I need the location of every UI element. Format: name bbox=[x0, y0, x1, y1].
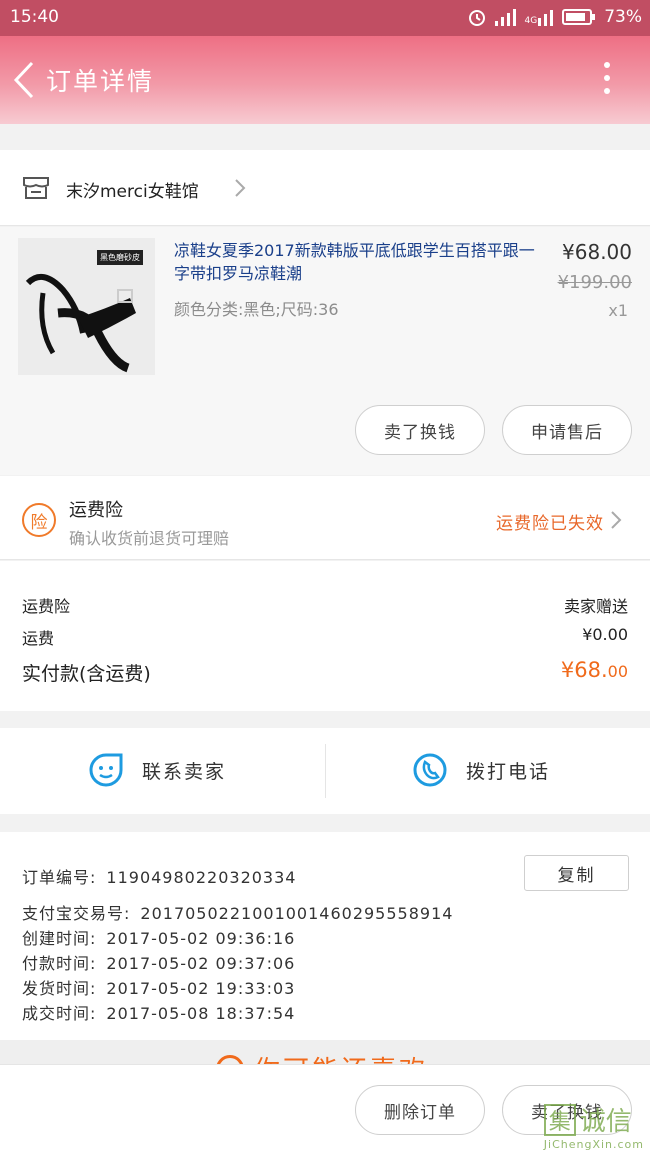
back-arrow-icon bbox=[13, 61, 34, 99]
product-image[interactable]: 黑色磨砂皮 bbox=[18, 238, 155, 375]
paid-time-line: 付款时间: 2017-05-02 09:37:06 bbox=[22, 950, 295, 974]
bottom-action-bar: 删除订单 卖了换钱 集 诚信 JiChengXin.com bbox=[0, 1064, 650, 1155]
store-icon bbox=[22, 176, 50, 204]
shop-row[interactable]: 末汐merci女鞋馆 bbox=[0, 150, 650, 226]
fee-summary: 运费险 卖家赠送 运费 ¥0.00 实付款(含运费) ¥68.00 bbox=[0, 561, 650, 711]
more-menu-button[interactable] bbox=[602, 62, 612, 98]
shipping-insurance-row[interactable]: 险 运费险 确认收货前退货可理赔 运费险已失效 bbox=[0, 476, 650, 560]
image-tag: 黑色磨砂皮 bbox=[97, 250, 143, 265]
info-label: 创建时间: bbox=[22, 929, 97, 948]
battery-icon bbox=[562, 8, 596, 26]
product-title[interactable]: 凉鞋女夏季2017新款韩版平底低跟学生百搭平跟一字带扣罗马凉鞋潮 bbox=[174, 239, 539, 285]
chevron-right-icon bbox=[234, 178, 246, 202]
product-quantity: x1 bbox=[608, 301, 628, 320]
call-phone-label: 拨打电话 bbox=[466, 760, 551, 783]
insurance-badge-icon: 险 bbox=[22, 503, 56, 537]
watermark: 集 诚信 JiChengXin.com bbox=[543, 1101, 644, 1151]
more-dot-icon bbox=[604, 88, 610, 94]
fee-value: ¥0.00 bbox=[582, 625, 628, 644]
info-label: 发货时间: bbox=[22, 979, 97, 998]
completed-time-line: 成交时间: 2017-05-08 18:37:54 bbox=[22, 1000, 295, 1024]
fee-label: 运费险 bbox=[22, 597, 71, 616]
contact-seller-button[interactable]: 联系卖家 bbox=[88, 752, 226, 788]
product-card[interactable]: 黑色磨砂皮 凉鞋女夏季2017新款韩版平底低跟学生百搭平跟一字带扣罗马凉鞋潮 颜… bbox=[0, 227, 650, 475]
more-dot-icon bbox=[604, 75, 610, 81]
fee-label: 运费 bbox=[22, 629, 55, 648]
chat-face-icon bbox=[89, 753, 123, 787]
total-label: 实付款(含运费) bbox=[22, 663, 151, 685]
watermark-logo: 集 诚信 bbox=[543, 1101, 644, 1138]
insurance-subtitle: 确认收货前退货可理赔 bbox=[69, 529, 230, 548]
network-label: 4G bbox=[524, 16, 538, 26]
total-cents: 00 bbox=[607, 662, 628, 681]
insurance-status: 运费险已失效 bbox=[496, 514, 604, 534]
sell-button[interactable]: 卖了换钱 bbox=[355, 405, 485, 455]
more-dot-icon bbox=[604, 62, 610, 68]
network-4g-icon: 4G bbox=[525, 8, 555, 26]
info-label: 支付宝交易号: bbox=[22, 904, 131, 923]
copy-button[interactable]: 复制 bbox=[524, 855, 629, 891]
battery-percent: 73% bbox=[604, 7, 642, 27]
watermark-box-icon: 集 bbox=[543, 1103, 576, 1136]
recommend-section-peek: 你可能还喜欢 bbox=[0, 1040, 650, 1066]
total-main: ¥68. bbox=[560, 658, 608, 682]
info-value[interactable]: 11904980220320334 bbox=[106, 868, 296, 887]
product-original-price: ¥199.00 bbox=[557, 272, 632, 293]
page-title: 订单详情 bbox=[46, 67, 155, 96]
info-value: 2017-05-08 18:37:54 bbox=[106, 1004, 296, 1023]
call-phone-button[interactable]: 拨打电话 bbox=[412, 752, 550, 788]
order-info: 订单编号: 11904980220320334 复制 支付宝交易号: 2017050… bbox=[0, 832, 650, 1040]
header: 订单详情 bbox=[0, 36, 650, 124]
created-time-line: 创建时间: 2017-05-02 09:36:16 bbox=[22, 925, 295, 949]
after-sale-button[interactable]: 申请售后 bbox=[502, 405, 632, 455]
back-button[interactable] bbox=[12, 60, 38, 100]
product-spec: 颜色分类:黑色;尺码:36 bbox=[174, 300, 339, 319]
fee-row: 运费险 卖家赠送 bbox=[22, 593, 628, 617]
info-value: 2017050221001001460295558914 bbox=[140, 904, 454, 923]
info-value: 2017-05-02 09:37:06 bbox=[106, 954, 296, 973]
watermark-domain: JiChengXin.com bbox=[543, 1138, 644, 1151]
fee-row: 运费 ¥0.00 bbox=[22, 625, 628, 649]
product-price: ¥68.00 bbox=[562, 240, 632, 264]
contact-seller-label: 联系卖家 bbox=[142, 760, 227, 783]
status-bar: 15:40 4G 73% bbox=[0, 0, 650, 36]
order-number-line: 订单编号: 11904980220320334 bbox=[22, 864, 296, 888]
insurance-title: 运费险 bbox=[69, 500, 123, 521]
info-label: 订单编号: bbox=[22, 868, 97, 887]
contact-bar: 联系卖家 拨打电话 bbox=[0, 728, 650, 814]
info-value: 2017-05-02 19:33:03 bbox=[106, 979, 296, 998]
status-time: 15:40 bbox=[10, 7, 59, 27]
total-value: ¥68.00 bbox=[561, 658, 628, 682]
alarm-icon bbox=[467, 7, 487, 27]
alipay-number-line: 支付宝交易号: 2017050221001001460295558914 bbox=[22, 900, 453, 924]
info-value: 2017-05-02 09:36:16 bbox=[106, 929, 296, 948]
phone-icon bbox=[413, 753, 447, 787]
shipped-time-line: 发货时间: 2017-05-02 19:33:03 bbox=[22, 975, 295, 999]
total-row: 实付款(含运费) ¥68.00 bbox=[22, 658, 628, 686]
shop-name: 末汐merci女鞋馆 bbox=[66, 182, 199, 202]
signal-icon bbox=[494, 8, 517, 26]
delete-order-button[interactable]: 删除订单 bbox=[355, 1085, 485, 1135]
watermark-brand: 诚信 bbox=[579, 1107, 632, 1137]
fee-value: 卖家赠送 bbox=[563, 597, 628, 616]
info-label: 付款时间: bbox=[22, 954, 97, 973]
divider bbox=[325, 744, 326, 798]
info-label: 成交时间: bbox=[22, 1004, 97, 1023]
chevron-right-icon bbox=[610, 510, 622, 534]
